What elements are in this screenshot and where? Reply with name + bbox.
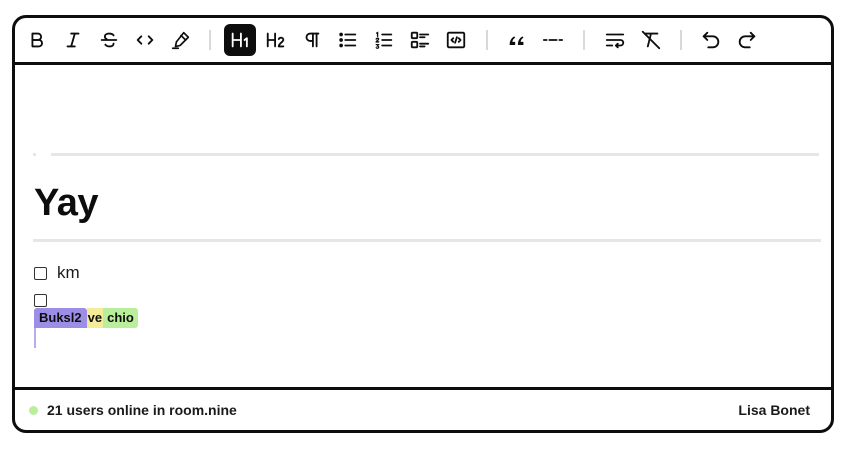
bullet-list-button[interactable] (332, 24, 364, 56)
collab-cursor-label: Buksl2 (34, 308, 87, 328)
strikethrough-icon (100, 32, 118, 48)
bold-button[interactable] (21, 24, 53, 56)
blockquote-button[interactable] (501, 24, 533, 56)
marker-icon (171, 31, 190, 50)
online-users-text: 21 users online in room.nine (47, 402, 237, 418)
heading1-icon (231, 32, 248, 48)
strike-button[interactable] (93, 24, 125, 56)
code-button[interactable] (129, 24, 161, 56)
redo-icon (738, 31, 756, 49)
toolbar-divider (583, 30, 585, 50)
task-text[interactable]: km (57, 263, 80, 283)
clear-format-button[interactable] (635, 24, 667, 56)
toolbar-divider (486, 30, 488, 50)
heading-1[interactable]: Yay (34, 181, 99, 225)
collab-selection: Buksl2 ve chio (34, 308, 138, 328)
heading1-button[interactable] (224, 24, 256, 56)
italic-button[interactable] (57, 24, 89, 56)
highlighted-text-green[interactable]: chio (103, 308, 138, 328)
toolbar (15, 18, 831, 65)
hard-break-button[interactable] (599, 24, 631, 56)
undo-button[interactable] (695, 24, 727, 56)
highlight-button[interactable] (165, 24, 197, 56)
task-item: km (34, 263, 80, 283)
heading2-button[interactable] (260, 24, 292, 56)
italic-icon (66, 32, 80, 48)
code-icon (136, 35, 154, 45)
horizontal-rule (33, 239, 821, 242)
task-checkbox[interactable] (34, 266, 47, 280)
text-wrap-icon (605, 33, 625, 49)
status-bar: 21 users online in room.nine Lisa Bonet (15, 387, 831, 430)
toolbar-divider (209, 30, 211, 50)
rule-fragment (33, 153, 36, 156)
code-block-button[interactable] (440, 24, 472, 56)
code-block-icon (446, 31, 466, 49)
undo-icon (702, 31, 720, 49)
current-user-name[interactable]: Lisa Bonet (738, 402, 810, 418)
horizontal-rule-button[interactable] (537, 24, 569, 56)
paragraph-button[interactable] (296, 24, 328, 56)
horizontal-rule-icon (542, 39, 564, 41)
editor: Yay km Buksl2 ve chio 21 users online in… (12, 15, 834, 433)
bullet-list-icon (339, 32, 357, 48)
editor-content[interactable]: Yay km Buksl2 ve chio (15, 65, 831, 393)
heading2-icon (266, 32, 285, 48)
bold-icon (31, 32, 43, 48)
task-list-button[interactable] (404, 24, 436, 56)
task-checkbox[interactable] (34, 294, 47, 307)
task-list-icon (410, 31, 430, 49)
quote-icon (509, 36, 524, 46)
clear-format-icon (641, 30, 661, 50)
highlighted-text-yellow[interactable]: ve (86, 308, 104, 328)
ordered-list-icon (375, 31, 393, 49)
redo-button[interactable] (731, 24, 763, 56)
task-item (34, 294, 57, 307)
collab-cursor-caret (34, 328, 36, 348)
paragraph-icon (305, 32, 320, 48)
toolbar-divider (680, 30, 682, 50)
horizontal-rule (51, 153, 819, 156)
ordered-list-button[interactable] (368, 24, 400, 56)
online-status-dot (29, 405, 38, 415)
